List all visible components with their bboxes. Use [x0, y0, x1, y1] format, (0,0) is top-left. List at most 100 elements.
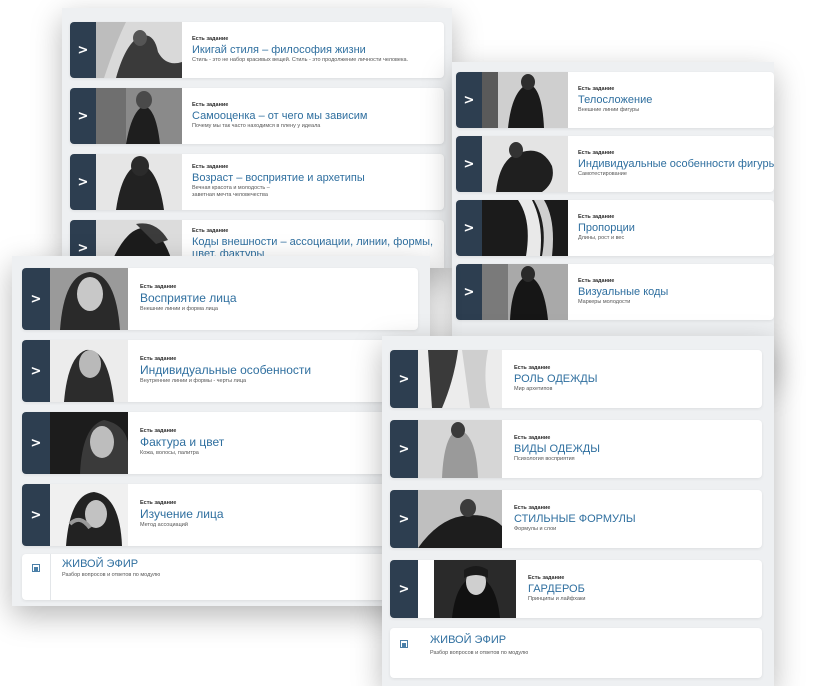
divider — [50, 554, 51, 600]
open-lesson-button[interactable]: > — [390, 490, 418, 548]
lesson-photo — [96, 22, 182, 78]
open-lesson-button[interactable]: > — [70, 88, 96, 144]
lesson-card[interactable]: > Есть задание Визуальные коды Маркеры м… — [456, 264, 774, 320]
open-lesson-button[interactable]: > — [390, 420, 418, 478]
open-lesson-button[interactable]: > — [22, 412, 50, 474]
task-badge: Есть задание — [192, 101, 229, 108]
lesson-title[interactable]: ВИДЫ ОДЕЖДЫ — [514, 443, 756, 455]
lesson-subtitle: Маркеры молодости — [578, 298, 631, 305]
lesson-photo — [50, 268, 128, 330]
open-lesson-button[interactable]: > — [390, 560, 418, 618]
lesson-title[interactable]: Возраст – восприятие и архетипы — [192, 172, 438, 184]
live-stream-title[interactable]: ЖИВОЙ ЭФИР — [430, 634, 506, 646]
lesson-subtitle: Самотестирование — [578, 170, 627, 177]
task-badge: Есть задание — [578, 85, 615, 92]
lesson-card[interactable]: > Есть задание Возраст – восприятие и ар… — [70, 154, 444, 210]
open-lesson-button[interactable]: > — [22, 268, 50, 330]
lesson-card[interactable]: > Есть задание Индивидуальные особенност… — [456, 136, 774, 192]
lesson-card[interactable]: > Есть задание СТИЛЬНЫЕ ФОРМУЛЫ Формулы … — [390, 490, 762, 548]
chevron-right-icon: > — [77, 42, 89, 58]
task-badge: Есть задание — [140, 284, 177, 291]
open-lesson-button[interactable]: > — [70, 22, 96, 78]
lesson-card[interactable]: > Есть задание Икигай стиля – философия … — [70, 22, 444, 78]
lesson-title[interactable]: Икигай стиля – философия жизни — [192, 44, 438, 56]
open-lesson-button[interactable]: > — [456, 264, 482, 320]
lesson-title[interactable]: Пропорции — [578, 222, 768, 234]
open-lesson-button[interactable]: > — [70, 154, 96, 210]
lessons-panel-style: > Есть задание Икигай стиля – философия … — [62, 8, 452, 268]
chevron-right-icon: > — [398, 511, 410, 527]
lesson-subtitle: Мир архетипов — [514, 385, 553, 392]
open-lesson-button[interactable]: > — [390, 350, 418, 408]
live-stream-title[interactable]: ЖИВОЙ ЭФИР — [62, 558, 138, 570]
lesson-title[interactable]: Фактура и цвет — [140, 435, 412, 449]
task-badge: Есть задание — [192, 228, 229, 234]
lesson-title[interactable]: Телосложение — [578, 94, 768, 106]
task-badge: Есть задание — [192, 35, 229, 42]
task-badge: Есть задание — [140, 428, 177, 435]
calendar-icon — [400, 640, 408, 648]
lesson-card[interactable]: > Есть задание ГАРДЕРОБ Принципы и лайфх… — [390, 560, 762, 618]
lesson-card[interactable]: > Есть задание Телосложение Внешние лини… — [456, 72, 774, 128]
chevron-right-icon: > — [398, 441, 410, 457]
lesson-subtitle: Метод ассоциаций — [140, 522, 188, 529]
open-lesson-button[interactable]: > — [456, 200, 482, 256]
chevron-right-icon: > — [77, 174, 89, 190]
live-stream-subtitle: Разбор вопросов и ответов по модулю — [430, 650, 529, 656]
lesson-title[interactable]: Самооценка – от чего мы зависим — [192, 110, 438, 122]
lessons-panel-clothing: > Есть задание РОЛЬ ОДЕЖДЫ Мир архетипов… — [382, 336, 774, 686]
lesson-card[interactable]: > Есть задание ВИДЫ ОДЕЖДЫ Психология во… — [390, 420, 762, 478]
lesson-photo — [50, 484, 128, 546]
lesson-card[interactable]: > Есть задание Самооценка – от чего мы з… — [70, 88, 444, 144]
lesson-title[interactable]: Визуальные коды — [578, 286, 768, 298]
lesson-photo — [434, 560, 516, 618]
lesson-photo — [96, 88, 182, 144]
lesson-photo — [50, 412, 128, 474]
lesson-title[interactable]: Индивидуальные особенности — [140, 363, 412, 377]
chevron-right-icon: > — [30, 291, 42, 307]
lesson-subtitle: Стиль - это не набор красивых вещей. Сти… — [192, 56, 409, 63]
lesson-subtitle: Кожа, волосы, палитра — [140, 450, 199, 457]
lesson-title[interactable]: ГАРДЕРОБ — [528, 583, 756, 595]
task-badge: Есть задание — [514, 504, 551, 511]
live-stream-card[interactable]: ЖИВОЙ ЭФИР Разбор вопросов и ответов по … — [390, 628, 762, 678]
open-lesson-button[interactable]: > — [456, 136, 482, 192]
open-lesson-button[interactable]: > — [22, 484, 50, 546]
task-badge: Есть задание — [578, 213, 615, 220]
task-badge: Есть задание — [578, 149, 615, 156]
lesson-title[interactable]: Восприятие лица — [140, 291, 412, 305]
task-badge: Есть задание — [514, 364, 551, 371]
lesson-card[interactable]: > Есть задание Изучение лица Метод ассоц… — [22, 484, 418, 546]
lesson-card[interactable]: > Есть задание РОЛЬ ОДЕЖДЫ Мир архетипов — [390, 350, 762, 408]
chevron-right-icon: > — [463, 156, 475, 172]
lesson-photo — [418, 490, 502, 548]
task-badge: Есть задание — [140, 500, 177, 507]
lesson-title[interactable]: Индивидуальные особенности фигуры — [578, 158, 774, 170]
lesson-photo — [96, 154, 182, 210]
lesson-photo — [482, 200, 568, 256]
lesson-subtitle: Формулы и слои — [514, 525, 557, 532]
chevron-right-icon: > — [463, 284, 475, 300]
task-badge: Есть задание — [578, 277, 615, 284]
task-badge: Есть задание — [514, 434, 551, 441]
lesson-title[interactable]: СТИЛЬНЫЕ ФОРМУЛЫ — [514, 513, 756, 525]
lesson-card[interactable]: > Есть задание Восприятие лица Внешние л… — [22, 268, 418, 330]
lesson-card[interactable]: > Есть задание Пропорции Длины, рост и в… — [456, 200, 774, 256]
open-lesson-button[interactable]: > — [456, 72, 482, 128]
chevron-right-icon: > — [77, 240, 89, 256]
lesson-subtitle: Вечная красота и молодость – заветная ме… — [192, 184, 270, 199]
lesson-title[interactable]: РОЛЬ ОДЕЖДЫ — [514, 373, 756, 385]
lesson-card[interactable]: > Есть задание Фактура и цвет Кожа, воло… — [22, 412, 418, 474]
chevron-right-icon: > — [77, 108, 89, 124]
lesson-card[interactable]: > Есть задание Индивидуальные особенност… — [22, 340, 418, 402]
chevron-right-icon: > — [398, 371, 410, 387]
open-lesson-button[interactable]: > — [22, 340, 50, 402]
live-stream-card[interactable]: ЖИВОЙ ЭФИР Разбор вопросов и ответов по … — [22, 554, 418, 600]
lesson-photo — [482, 264, 568, 320]
lesson-photo — [482, 72, 568, 128]
lesson-title[interactable]: Изучение лица — [140, 507, 412, 521]
lesson-subtitle: Почему мы так часто находимся в плену у … — [192, 122, 321, 129]
lesson-photo — [418, 350, 502, 408]
chevron-right-icon: > — [463, 220, 475, 236]
lessons-panel-figure: > Есть задание Телосложение Внешние лини… — [452, 62, 774, 380]
